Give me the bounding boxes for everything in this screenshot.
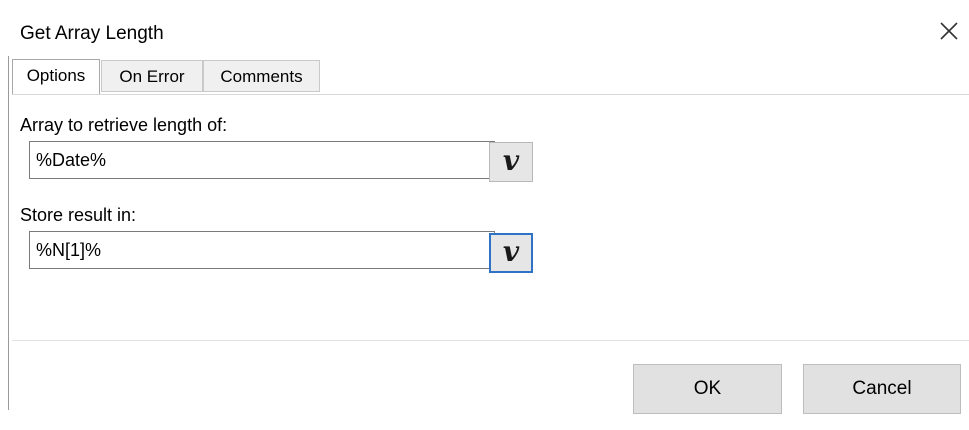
tab-on-error[interactable]: On Error [101, 60, 203, 92]
array-input[interactable]: %Date% [29, 141, 495, 179]
ok-button[interactable]: OK [633, 364, 782, 414]
result-input[interactable]: %N[1]% [29, 231, 495, 269]
result-label: Store result in: [20, 205, 137, 225]
footer-separator [12, 340, 969, 341]
tab-options[interactable]: Options [12, 59, 100, 95]
options-panel: Array to retrieve length of: %Date% v St… [12, 94, 969, 341]
close-icon [940, 22, 958, 40]
tab-comments[interactable]: Comments [203, 60, 320, 92]
result-variable-button[interactable]: v [489, 233, 533, 273]
cancel-button[interactable]: Cancel [803, 364, 961, 414]
window-left-border [8, 0, 9, 410]
array-label: Array to retrieve length of: [20, 115, 228, 135]
get-array-length-dialog: Get Array Length Options On Error Commen… [0, 0, 969, 430]
array-variable-button[interactable]: v [489, 142, 533, 182]
dialog-title: Get Array Length [20, 23, 164, 44]
title-bar: Get Array Length [8, 0, 969, 56]
close-button[interactable] [936, 18, 962, 44]
